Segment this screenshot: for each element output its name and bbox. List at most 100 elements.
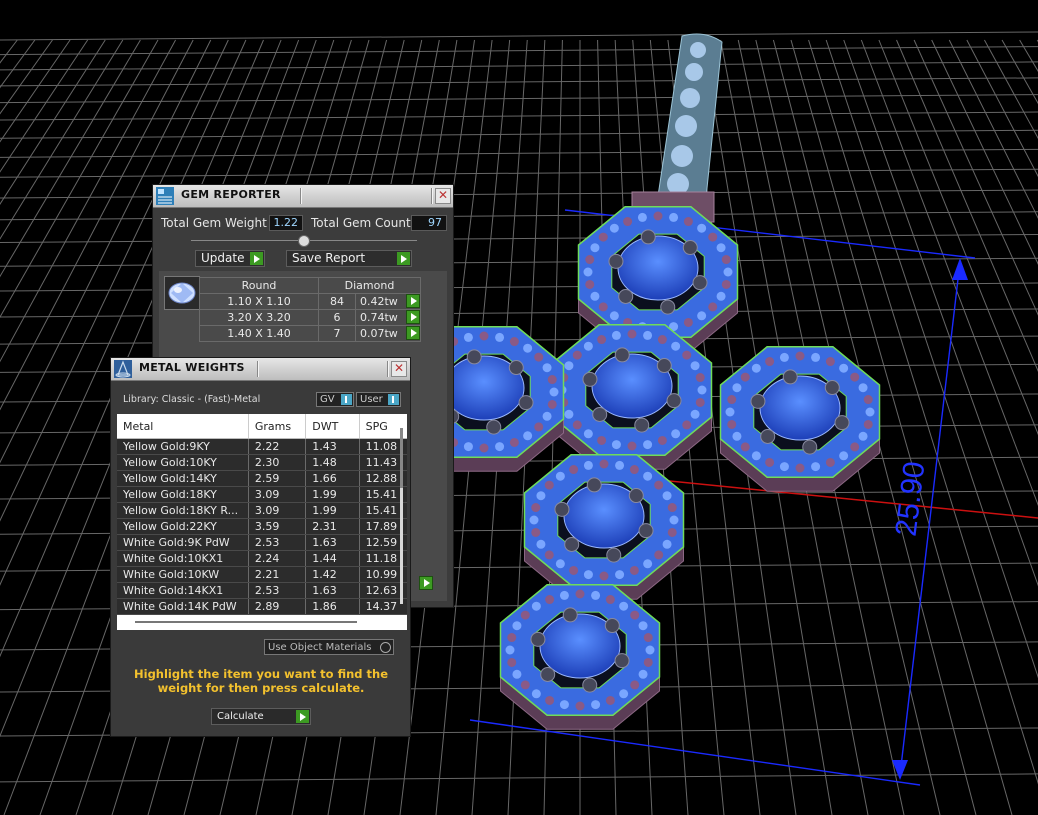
metal-column-header[interactable]: DWT	[305, 414, 360, 439]
horizontal-scrollbar[interactable]	[135, 621, 357, 623]
gem-reporter-titlebar[interactable]: GEM REPORTER ✕	[153, 185, 453, 208]
metal-table-row[interactable]: Yellow Gold:22KY 3.59 2.31 17.89	[117, 518, 407, 535]
gem-thumbnail[interactable]	[164, 276, 200, 310]
toggle-indicator-icon	[341, 394, 352, 405]
gem-table-row[interactable]: 1.40 X 1.40 7 0.07tw	[199, 325, 421, 342]
metal-table-row[interactable]: White Gold:10KW 2.21 1.42 10.99	[117, 566, 407, 583]
metal-cell: 1.86	[305, 598, 360, 615]
metal-cell: White Gold:10KX1	[117, 550, 249, 567]
metal-table: Metal Grams DWT SPG Yellow Gold:9KY 2.22 1.43…	[117, 414, 407, 615]
metal-weights-titlebar[interactable]: METAL WEIGHTS ✕	[111, 358, 410, 381]
gem-weight-cell: 0.42tw	[355, 293, 421, 310]
total-gem-weight-field: 1.22	[269, 215, 303, 231]
metal-table-row[interactable]: White Gold:9K PdW 2.53 1.63 12.59	[117, 534, 407, 551]
metal-weights-close-button[interactable]: ✕	[391, 361, 407, 377]
gem-count-cell: 7	[318, 325, 356, 342]
play-arrow-icon	[250, 252, 263, 265]
metal-column-header[interactable]: Metal	[117, 414, 249, 439]
metal-table-row[interactable]: White Gold:14K PdW 2.89 1.86 14.37	[117, 598, 407, 615]
metal-cell: White Gold:9K PdW	[117, 534, 249, 551]
calculate-button[interactable]: Calculate	[211, 708, 311, 725]
metal-cell: 2.21	[248, 566, 307, 583]
calculate-button-label: Calculate	[217, 711, 264, 722]
metal-table-row[interactable]: Yellow Gold:10KY 2.30 1.48 11.43	[117, 454, 407, 471]
round-gem-icon	[168, 282, 196, 304]
splitter-knob[interactable]	[298, 235, 310, 247]
metal-cell: Yellow Gold:22KY	[117, 518, 249, 535]
play-arrow-icon[interactable]	[406, 294, 420, 308]
gem-reporter-close-button[interactable]: ✕	[435, 188, 451, 204]
metal-column-header[interactable]: Grams	[248, 414, 307, 439]
play-arrow-icon	[296, 710, 309, 723]
metal-cell: 2.22	[248, 438, 307, 455]
metal-weights-panel: METAL WEIGHTS ✕ Library: Classic - (Fast…	[111, 358, 410, 736]
gem-weight-value: 0.74tw	[360, 311, 398, 324]
gem-weight-value: 0.07tw	[360, 327, 398, 340]
metal-cell: 3.59	[248, 518, 307, 535]
metal-table-row[interactable]: White Gold:14KX1 2.53 1.63 12.63	[117, 582, 407, 599]
gem-size-cell: 1.10 X 1.10	[199, 293, 319, 310]
total-gem-weight-label: Total Gem Weight	[161, 216, 267, 230]
use-object-materials-label: Use Object Materials	[268, 642, 372, 653]
gem-setting[interactable]	[719, 346, 881, 492]
metal-cell: 1.43	[305, 438, 360, 455]
gv-toggle[interactable]: GV	[316, 392, 354, 407]
total-gem-count-label: Total Gem Count	[311, 216, 411, 230]
metal-cell: 2.53	[248, 534, 307, 551]
total-gem-count-field: 97	[411, 215, 447, 231]
metal-cell: 1.99	[305, 502, 360, 519]
gem-setting[interactable]	[523, 454, 685, 600]
metal-table-row[interactable]: Yellow Gold:18KY R... 3.09 1.99 15.41	[117, 502, 407, 519]
gem-setting[interactable]	[499, 584, 661, 730]
metal-cell: 1.42	[305, 566, 360, 583]
user-toggle[interactable]: User	[356, 392, 401, 407]
metal-table-row[interactable]: White Gold:10KX1 2.24 1.44 11.18	[117, 550, 407, 567]
gem-weight-cell: 0.07tw	[355, 325, 421, 342]
gem-reporter-title: GEM REPORTER	[181, 188, 281, 201]
scrollbar-thumb[interactable]	[400, 428, 403, 488]
update-button[interactable]: Update	[195, 250, 265, 267]
gem-table-row[interactable]: 3.20 X 3.20 6 0.74tw	[199, 309, 421, 326]
vertical-scrollbar[interactable]	[400, 428, 403, 604]
metal-table-row[interactable]: Yellow Gold:14KY 2.59 1.66 12.88	[117, 470, 407, 487]
gem-type-header: Diamond	[318, 277, 421, 294]
metal-cell: 1.66	[305, 470, 360, 487]
metal-cell: 2.53	[248, 582, 307, 599]
gem-setting[interactable]	[551, 324, 713, 470]
metal-cell: 1.44	[305, 550, 360, 567]
metal-cell: 2.30	[248, 454, 307, 471]
metal-cell: 3.09	[248, 502, 307, 519]
gem-weight-cell: 0.74tw	[355, 309, 421, 326]
gem-table-row[interactable]: 1.10 X 1.10 84 0.42tw	[199, 293, 421, 310]
metal-table-container[interactable]: Metal Grams DWT SPG Yellow Gold:9KY 2.22 1.43…	[117, 414, 407, 630]
metal-cell: Yellow Gold:9KY	[117, 438, 249, 455]
gem-weight-value: 0.42tw	[360, 295, 398, 308]
metal-table-row[interactable]: Yellow Gold:18KY 3.09 1.99 15.41	[117, 486, 407, 503]
toggle-indicator-icon	[388, 394, 399, 405]
hint-text: Highlight the item you want to find the …	[134, 667, 388, 695]
metal-cell: White Gold:14KX1	[117, 582, 249, 599]
metal-cell: Yellow Gold:18KY	[117, 486, 249, 503]
metal-weights-icon	[114, 360, 132, 378]
metal-cell: 2.24	[248, 550, 307, 567]
gem-size-cell: 1.40 X 1.40	[199, 325, 319, 342]
save-report-button[interactable]: Save Report	[286, 250, 412, 267]
play-arrow-icon[interactable]	[406, 326, 420, 340]
metal-table-row[interactable]: Yellow Gold:9KY 2.22 1.43 11.08	[117, 438, 407, 455]
metal-cell: Yellow Gold:10KY	[117, 454, 249, 471]
metal-cell: 2.89	[248, 598, 307, 615]
gv-toggle-label: GV	[320, 394, 335, 405]
use-object-materials-toggle[interactable]: Use Object Materials	[264, 639, 394, 655]
metal-cell: 2.59	[248, 470, 307, 487]
radio-circle-icon	[380, 642, 391, 653]
metal-cell: 1.63	[305, 534, 360, 551]
save-report-button-label: Save Report	[292, 251, 366, 265]
play-arrow-icon[interactable]	[406, 310, 420, 324]
gem-count-cell: 84	[318, 293, 356, 310]
metal-cell: 1.63	[305, 582, 360, 599]
metal-cell: Yellow Gold:18KY R...	[117, 502, 249, 519]
user-toggle-label: User	[360, 394, 383, 405]
play-arrow-icon	[397, 252, 410, 265]
play-arrow-icon[interactable]	[419, 576, 433, 590]
metal-cell: 1.48	[305, 454, 360, 471]
